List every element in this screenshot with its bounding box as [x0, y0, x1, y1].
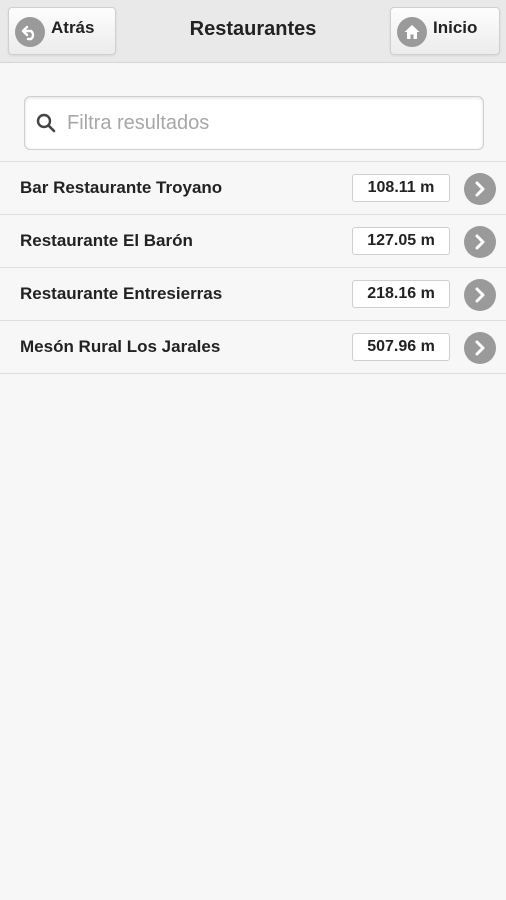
restaurant-name: Restaurante El Barón: [20, 231, 193, 250]
list-item[interactable]: Restaurante Entresierras 218.16 m: [0, 268, 506, 321]
chevron-right-icon[interactable]: [464, 279, 496, 311]
restaurant-name: Bar Restaurante Troyano: [20, 178, 223, 197]
list-item[interactable]: Restaurante El Barón 127.05 m: [0, 215, 506, 268]
restaurant-list: Bar Restaurante Troyano 108.11 m Restaur…: [0, 161, 506, 374]
search-input[interactable]: [65, 110, 469, 136]
distance-badge: 507.96 m: [352, 333, 450, 361]
distance-badge: 108.11 m: [352, 174, 450, 202]
home-button[interactable]: Inicio: [390, 7, 500, 55]
home-label: Inicio: [433, 18, 478, 37]
search-icon: [35, 112, 57, 134]
home-icon: [397, 17, 427, 47]
chevron-right-icon[interactable]: [464, 173, 496, 205]
chevron-right-icon[interactable]: [464, 226, 496, 258]
search-box[interactable]: [24, 96, 484, 150]
top-bar: Atrás Restaurantes Inicio: [0, 0, 506, 63]
distance-badge: 127.05 m: [352, 227, 450, 255]
list-item[interactable]: Bar Restaurante Troyano 108.11 m: [0, 162, 506, 215]
restaurant-name: Mesón Rural Los Jarales: [20, 337, 221, 356]
restaurant-name: Restaurante Entresierras: [20, 284, 223, 303]
list-item[interactable]: Mesón Rural Los Jarales 507.96 m: [0, 321, 506, 374]
chevron-right-icon[interactable]: [464, 332, 496, 364]
distance-badge: 218.16 m: [352, 280, 450, 308]
